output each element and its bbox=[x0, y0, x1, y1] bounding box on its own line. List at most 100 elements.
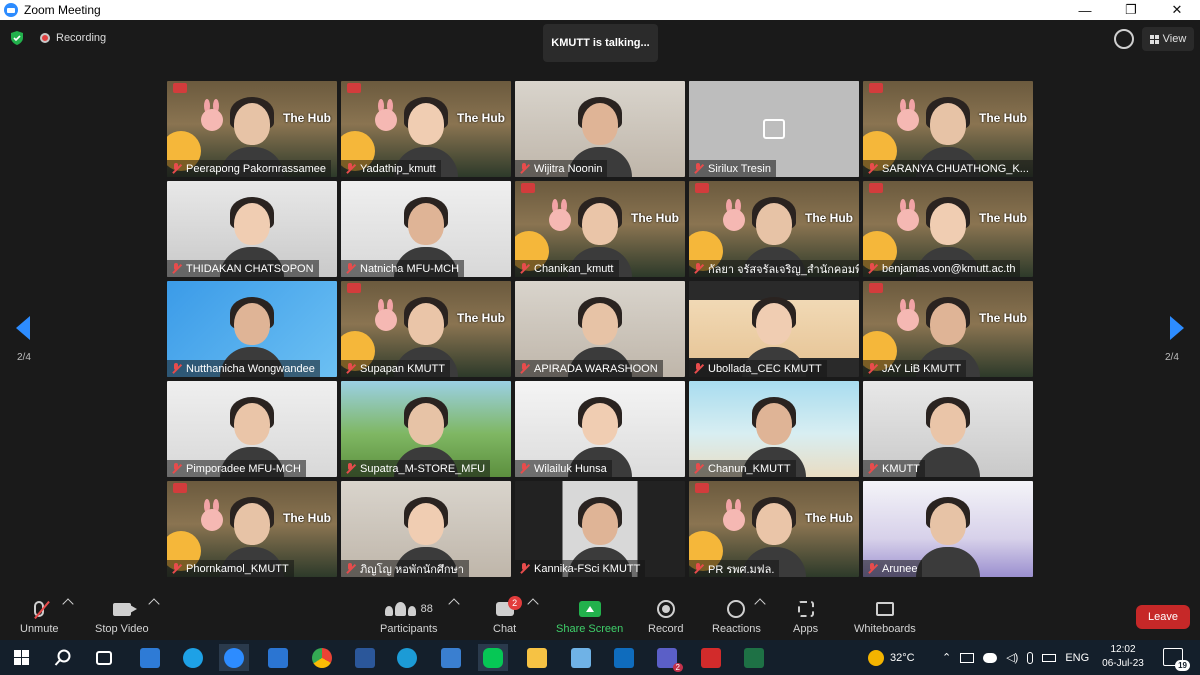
search-button[interactable] bbox=[48, 644, 78, 671]
chat-options-chevron-icon[interactable] bbox=[527, 598, 539, 610]
start-button[interactable] bbox=[6, 644, 36, 671]
video-tile[interactable]: Arunee bbox=[863, 481, 1033, 577]
apps-button[interactable]: Apps bbox=[793, 598, 818, 635]
taskbar-app-outlook[interactable] bbox=[609, 644, 639, 671]
participant-name: Sirilux Tresin bbox=[708, 162, 771, 175]
taskbar-app-explorer[interactable] bbox=[522, 644, 552, 671]
video-tile[interactable]: The Hub benjamas.von@kmutt.ac.th bbox=[863, 181, 1033, 277]
record-button[interactable]: Record bbox=[648, 598, 683, 635]
video-tile[interactable]: Ubollada_CEC KMUTT bbox=[689, 281, 859, 377]
video-tile[interactable]: The Hub JAY LiB KMUTT bbox=[863, 281, 1033, 377]
chat-button[interactable]: 2 Chat bbox=[493, 596, 522, 635]
event-logo-icon bbox=[869, 183, 883, 193]
video-tile[interactable]: The Hub กัลยา จรัสจรัลเจริญ_สำนักคอมพิว..… bbox=[689, 181, 859, 277]
video-tile[interactable]: APIRADA WARASHOON bbox=[515, 281, 685, 377]
taskbar-app-excel[interactable] bbox=[739, 644, 769, 671]
video-tile[interactable]: Kannika-FSci KMUTT bbox=[515, 481, 685, 577]
microphone-tray-icon[interactable] bbox=[1027, 651, 1034, 664]
video-tile[interactable]: The Hub SARANYA CHUATHONG_K... bbox=[863, 81, 1033, 177]
next-page-arrow-icon[interactable] bbox=[1170, 316, 1184, 340]
taskbar-app-teams[interactable]: 2 bbox=[652, 644, 683, 672]
video-tile[interactable]: The Hub Supapan KMUTT bbox=[341, 281, 511, 377]
participant-name: Chanun_KMUTT bbox=[708, 462, 791, 475]
clock-date: 06-Jul-23 bbox=[1102, 658, 1144, 669]
video-tile[interactable]: The Hub PR รพศ.มฟล. bbox=[689, 481, 859, 577]
video-tile[interactable]: THIDAKAN CHATSOPON bbox=[167, 181, 337, 277]
previous-page-arrow-icon[interactable] bbox=[16, 316, 30, 340]
share-screen-button[interactable]: Share Screen bbox=[556, 598, 623, 635]
participants-count: 88 bbox=[420, 603, 433, 615]
video-tile[interactable]: The Hub Phornkamol_KMUTT bbox=[167, 481, 337, 577]
taskbar-app-word[interactable] bbox=[350, 644, 380, 671]
close-button[interactable]: ✕ bbox=[1154, 0, 1200, 20]
participant-nameplate: Phornkamol_KMUTT bbox=[167, 560, 294, 577]
taskbar-app-photos[interactable] bbox=[436, 644, 466, 671]
video-tile[interactable]: Chanun_KMUTT bbox=[689, 381, 859, 477]
video-tile[interactable]: The Hub Yadathip_kmutt bbox=[341, 81, 511, 177]
stop-video-button[interactable]: Stop Video bbox=[95, 598, 149, 635]
participant-name: THIDAKAN CHATSOPON bbox=[186, 262, 314, 275]
participant-nameplate: Arunee bbox=[863, 560, 923, 577]
windows-taskbar: 2 32°C ⌃ ◁) ENG 12:02 06-Jul-23 19 bbox=[0, 640, 1200, 675]
taskbar-app-ie[interactable] bbox=[178, 644, 208, 671]
muted-mic-icon bbox=[171, 363, 181, 374]
video-tile[interactable]: ภิญโญ หอพักนักศึกษา bbox=[341, 481, 511, 577]
muted-mic-icon bbox=[345, 363, 355, 374]
view-button[interactable]: View bbox=[1142, 27, 1194, 51]
notification-center-icon[interactable]: 19 bbox=[1163, 648, 1190, 671]
participants-options-chevron-icon[interactable] bbox=[448, 598, 460, 610]
recording-indicator[interactable]: Recording bbox=[40, 32, 106, 44]
unmute-button[interactable]: Unmute bbox=[20, 598, 59, 635]
reactions-smiley-icon bbox=[727, 600, 746, 618]
participants-button[interactable]: 88 Participants bbox=[380, 598, 437, 635]
hub-sign: The Hub bbox=[979, 311, 1027, 325]
video-tile[interactable]: The Hub Peerapong Pakornrassamee bbox=[167, 81, 337, 177]
taskbar-app-notes[interactable] bbox=[566, 644, 596, 671]
taskbar-app-line[interactable] bbox=[478, 644, 508, 671]
taskbar-app-chrome[interactable] bbox=[307, 644, 337, 671]
language-indicator[interactable]: ENG bbox=[1065, 652, 1089, 664]
taskbar-app-zoom[interactable] bbox=[219, 644, 249, 671]
event-logo-icon bbox=[521, 183, 535, 193]
immersive-view-icon[interactable] bbox=[1114, 29, 1134, 49]
muted-mic-icon bbox=[519, 363, 529, 374]
battery-icon[interactable] bbox=[1042, 653, 1057, 662]
volume-icon[interactable]: ◁) bbox=[1006, 651, 1018, 664]
video-tile[interactable]: Supatra_M-STORE_MFU bbox=[341, 381, 511, 477]
participant-video-feed bbox=[912, 493, 984, 577]
weather-widget[interactable]: 32°C bbox=[868, 640, 915, 675]
taskbar-app-edge[interactable] bbox=[392, 644, 422, 671]
audio-options-chevron-icon[interactable] bbox=[62, 598, 74, 610]
video-tile[interactable]: Pimporadee MFU-MCH bbox=[167, 381, 337, 477]
video-tile[interactable]: Wilailuk Hunsa bbox=[515, 381, 685, 477]
muted-mic-icon bbox=[693, 263, 703, 274]
security-shield-icon[interactable] bbox=[10, 31, 24, 45]
muted-mic-icon bbox=[693, 563, 703, 574]
task-view-button[interactable] bbox=[89, 644, 119, 671]
participant-name: PR รพศ.มฟล. bbox=[708, 563, 775, 576]
video-tile[interactable]: The Hub Chanikan_kmutt bbox=[515, 181, 685, 277]
muted-mic-icon bbox=[867, 163, 877, 174]
cloud-icon[interactable] bbox=[983, 652, 998, 663]
minimize-button[interactable]: — bbox=[1062, 0, 1108, 20]
participant-nameplate: Pimporadee MFU-MCH bbox=[167, 460, 306, 477]
leave-meeting-button[interactable]: Leave bbox=[1136, 605, 1190, 629]
participant-name: APIRADA WARASHOON bbox=[534, 362, 658, 375]
participant-name: กัลยา จรัสจรัลเจริญ_สำนักคอมพิว... bbox=[708, 263, 859, 276]
video-tile[interactable]: Sirilux Tresin bbox=[689, 81, 859, 177]
show-hidden-icons-chevron-icon[interactable]: ⌃ bbox=[942, 651, 951, 664]
taskbar-app-mail[interactable] bbox=[263, 644, 293, 671]
video-tile[interactable]: Nutthanicha Wongwandee bbox=[167, 281, 337, 377]
clock-time: 12:02 bbox=[1110, 644, 1136, 655]
maximize-button[interactable]: ❐ bbox=[1108, 0, 1154, 20]
taskbar-clock[interactable]: 12:02 06-Jul-23 bbox=[1098, 643, 1148, 671]
whiteboards-button[interactable]: Whiteboards bbox=[854, 598, 916, 635]
task-view-icon bbox=[96, 650, 112, 665]
display-icon[interactable] bbox=[960, 652, 975, 663]
taskbar-app-acrobat[interactable] bbox=[696, 644, 726, 671]
video-tile[interactable]: Wijitra Noonin bbox=[515, 81, 685, 177]
video-tile[interactable]: KMUTT bbox=[863, 381, 1033, 477]
video-options-chevron-icon[interactable] bbox=[148, 598, 160, 610]
taskbar-app-store[interactable] bbox=[135, 644, 165, 671]
video-tile[interactable]: Natnicha MFU-MCH bbox=[341, 181, 511, 277]
